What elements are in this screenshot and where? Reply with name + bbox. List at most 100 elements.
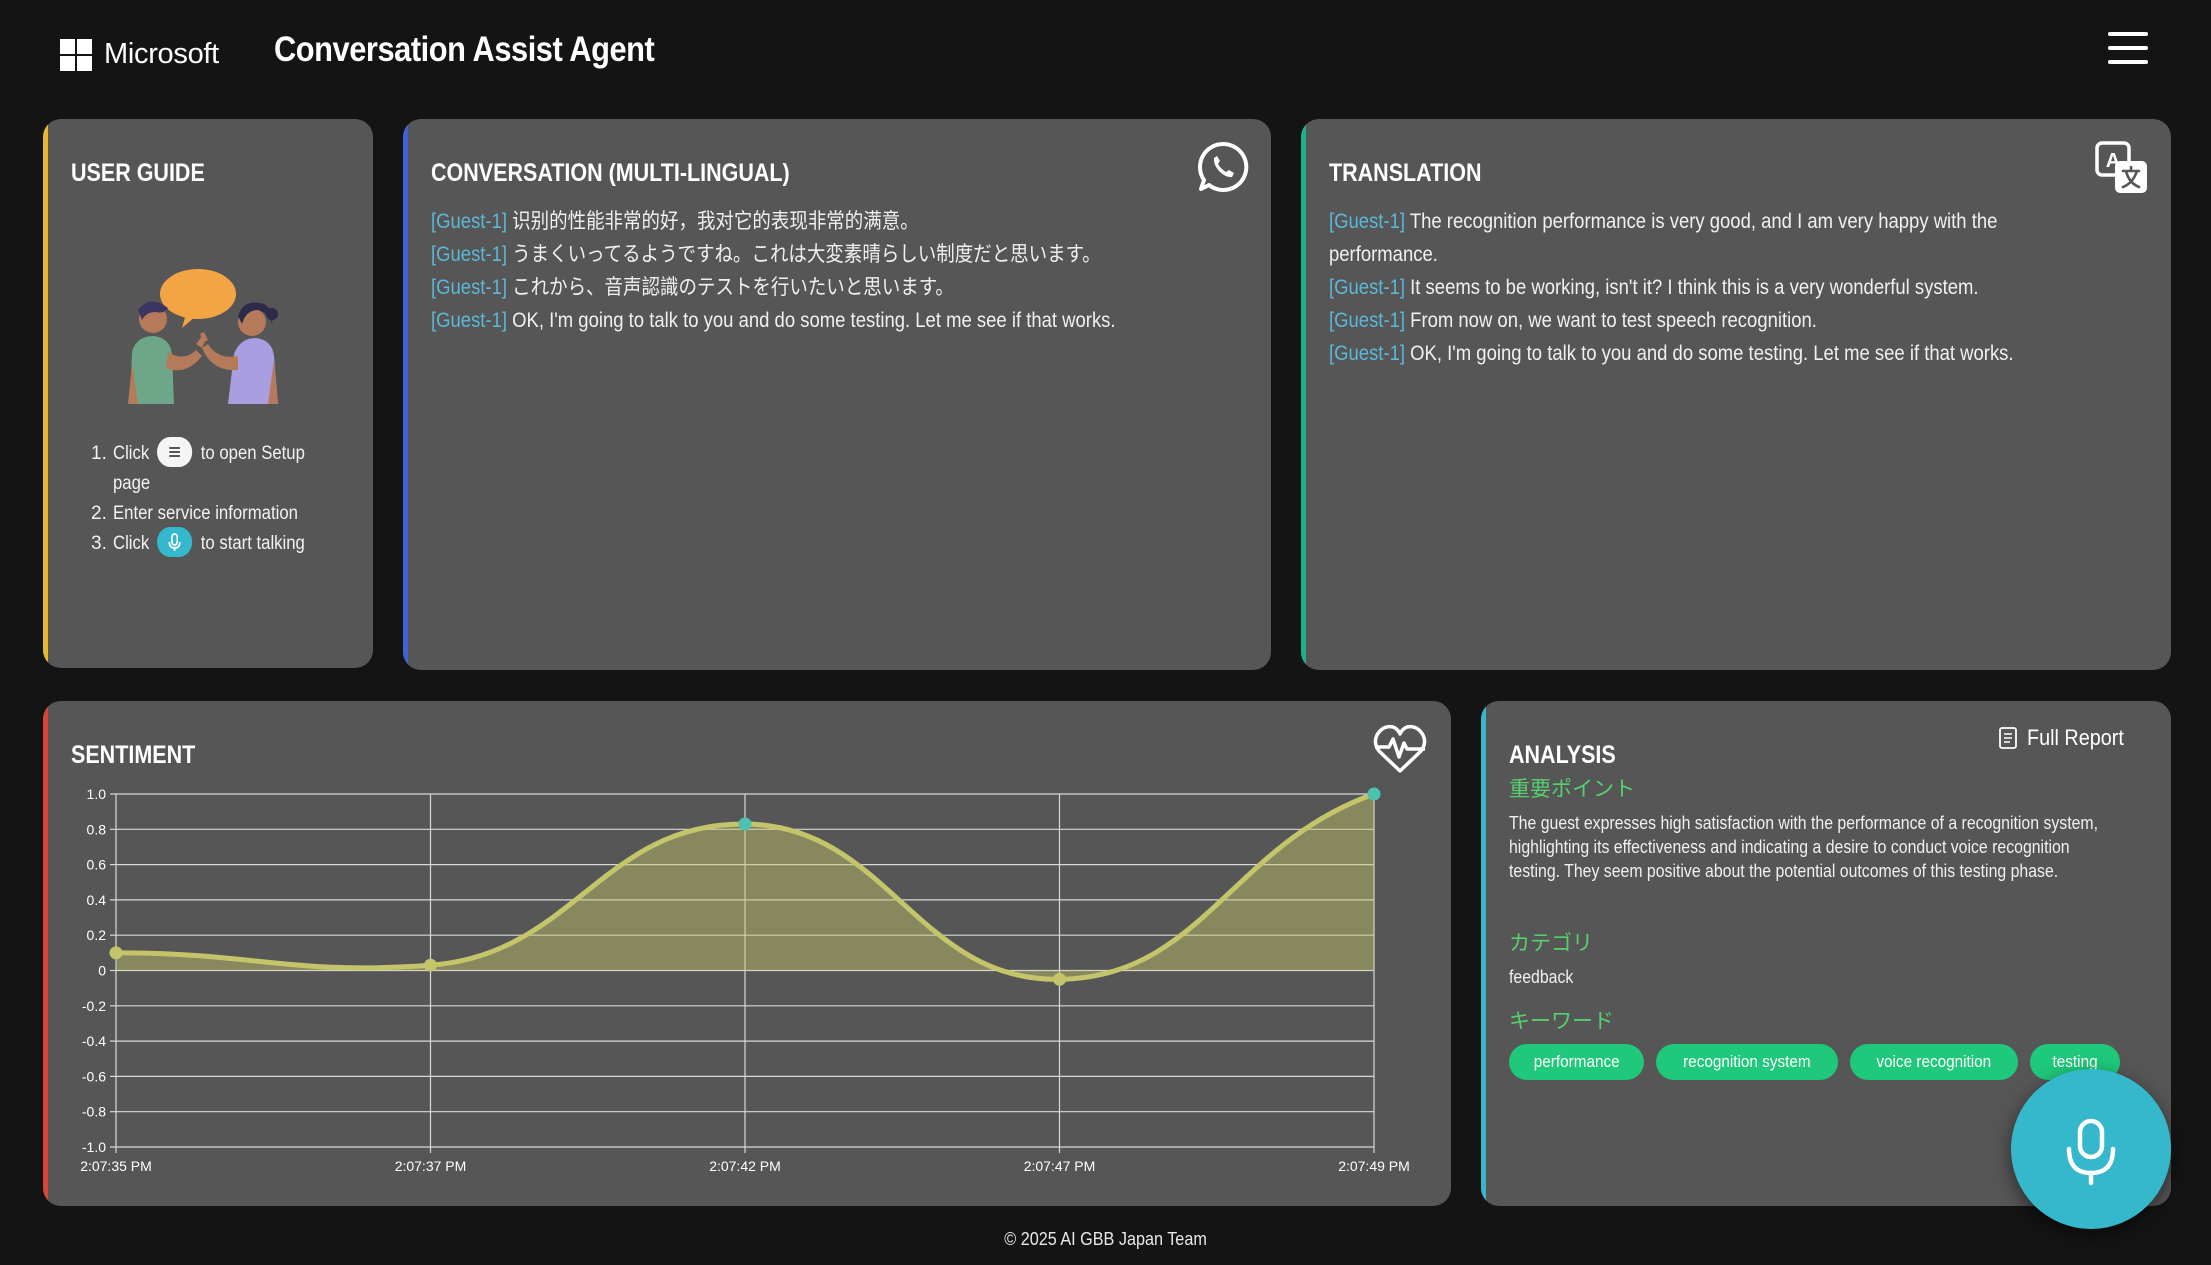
y-tick-label: -0.2 [82, 998, 106, 1014]
keyword-tag[interactable]: performance [1509, 1044, 1645, 1080]
step-number: 3. [91, 533, 107, 555]
translated-text: OK, I'm going to talk to you and do some… [1410, 342, 2014, 365]
microsoft-logo: Microsoft [60, 38, 219, 71]
transcript-line: [Guest-1] OK, I'm going to talk to you a… [431, 304, 1231, 337]
footer: © 2025 AI GBB Japan Team [0, 1229, 2211, 1250]
x-tick-label: 2:07:35 PM [80, 1158, 152, 1174]
transcript-line: [Guest-1] From now on, we want to test s… [1329, 304, 2121, 337]
data-point [109, 946, 123, 960]
speaker-label: [Guest-1] [431, 276, 508, 299]
data-point [1367, 787, 1381, 801]
x-tick-label: 2:07:42 PM [709, 1158, 781, 1174]
step-number: 2. [91, 503, 107, 525]
translation-card: TRANSLATION A [Guest-1] The recognition … [1301, 119, 2171, 670]
transcript-line: [Guest-1] The recognition performance is… [1329, 205, 2086, 271]
transcript-line: [Guest-1] 识别的性能非常的好，我对它的表现非常的满意。 [431, 205, 1231, 238]
speaker-label: [Guest-1] [1329, 309, 1406, 332]
guide-step: 1. Click to open Setup page [91, 437, 353, 499]
speaker-label: [Guest-1] [431, 243, 508, 266]
keyword-label: voice recognition [1876, 1052, 1992, 1071]
utterance-text: これから、音声認識のテストを行いたいと思います。 [512, 276, 954, 299]
utterance-text: うまくいってるようですね。これは大変素晴らしい制度だと思います。 [512, 243, 1101, 266]
step-text: Enter service information [113, 503, 298, 525]
translation-title: TRANSLATION [1329, 159, 1482, 187]
transcript-line: [Guest-1] これから、音声認識のテストを行いたいと思います。 [431, 271, 1231, 304]
step-number: 1. [91, 443, 107, 464]
y-tick-label: -0.8 [82, 1104, 106, 1120]
y-tick-label: 0.4 [87, 892, 107, 908]
data-point [424, 958, 437, 972]
y-tick-label: 0 [98, 963, 106, 979]
transcript-line: [Guest-1] It seems to be working, isn't … [1329, 271, 2121, 304]
app-title: Conversation Assist Agent [274, 30, 655, 69]
translation-transcript: [Guest-1] The recognition performance is… [1329, 205, 2089, 370]
transcript-line: [Guest-1] うまくいってるようですね。これは大変素晴らしい制度だと思いま… [431, 238, 1231, 271]
step-text: Click [113, 533, 150, 555]
y-tick-label: 1.0 [87, 786, 107, 802]
y-tick-label: 0.2 [87, 927, 107, 943]
speaker-label: [Guest-1] [1329, 342, 1406, 365]
step-text: to start talking [200, 533, 305, 555]
full-report-label: Full Report [2027, 725, 2125, 750]
translated-text: It seems to be working, isn't it? I thin… [1410, 276, 1979, 299]
card-accent-bar [403, 119, 408, 670]
data-point [1053, 972, 1066, 986]
utterance-text: 识别的性能非常的好，我对它的表现非常的满意。 [512, 210, 919, 233]
card-accent-bar [1301, 119, 1306, 670]
data-point [738, 817, 752, 831]
sentiment-card: SENTIMENT 1.0 0.8 0.6 0.4 0.2 0 -0.2 -0.4 -0.6 -0… [43, 701, 1451, 1206]
user-guide-title: USER GUIDE [71, 159, 205, 187]
microphone-button[interactable] [2011, 1069, 2171, 1229]
speaker-label: [Guest-1] [1329, 276, 1406, 299]
y-tick-label: -1.0 [82, 1139, 106, 1155]
report-icon [1999, 727, 2018, 749]
speaker-label: [Guest-1] [1329, 210, 1406, 233]
hamburger-menu-icon[interactable] [2108, 32, 2148, 68]
whatsapp-icon [1198, 141, 1249, 192]
sentiment-chart: 1.0 0.8 0.6 0.4 0.2 0 -0.2 -0.4 -0.6 -0.8 -1.0 2:07… [80, 786, 1410, 1174]
category-value: feedback [1509, 967, 1574, 987]
keyword-tag[interactable]: recognition system [1656, 1044, 1839, 1080]
summary-text: The guest expresses high satisfaction wi… [1509, 813, 2099, 881]
brand-name: Microsoft [104, 38, 219, 70]
conversation-card: CONVERSATION (MULTI-LINGUAL) [Guest-1] 识… [403, 119, 1271, 670]
analysis-title: ANALYSIS [1509, 741, 1616, 769]
y-tick-label: 0.6 [87, 857, 107, 873]
speaker-label: [Guest-1] [431, 210, 508, 233]
x-tick-label: 2:07:37 PM [395, 1158, 467, 1174]
card-accent-bar [1481, 701, 1486, 1206]
mic-icon [157, 527, 193, 558]
user-guide-card: USER GUIDE 1. Click to open Setup page 2… [43, 119, 373, 668]
conversation-transcript: [Guest-1] 识别的性能非常的好，我对它的表现非常的满意。 [Guest-… [431, 205, 1231, 337]
translated-text: The recognition performance is very good… [1329, 210, 1998, 266]
conversation-title: CONVERSATION (MULTI-LINGUAL) [431, 159, 790, 187]
keywords-heading: キーワード [1509, 1010, 1614, 1033]
guide-steps: 1. Click to open Setup page 2. Enter ser… [91, 437, 353, 559]
keyword-tag[interactable]: voice recognition [1850, 1044, 2018, 1080]
translated-text: From now on, we want to test speech reco… [1410, 309, 1817, 332]
card-accent-bar [43, 119, 48, 668]
y-tick-label: -0.6 [82, 1068, 106, 1084]
keyword-label: performance [1533, 1052, 1620, 1071]
summary-heading: 重要ポイント [1509, 778, 1635, 801]
full-report-button[interactable]: Full Report [1997, 725, 2135, 751]
menu-icon [157, 437, 193, 467]
x-tick-label: 2:07:47 PM [1024, 1158, 1096, 1174]
keyword-label: recognition system [1683, 1052, 1812, 1071]
app-header: Microsoft Conversation Assist Agent [0, 0, 2211, 110]
conversation-illustration [128, 269, 278, 404]
windows-logo-icon [60, 38, 92, 71]
transcript-line: [Guest-1] OK, I'm going to talk to you a… [1329, 337, 2121, 370]
x-tick-label: 2:07:49 PM [1338, 1158, 1410, 1174]
step-text: Click [113, 443, 150, 465]
category-heading: カテゴリ [1509, 932, 1593, 955]
speaker-label: [Guest-1] [431, 309, 508, 332]
y-tick-label: 0.8 [87, 821, 107, 837]
guide-step: 2. Enter service information [91, 499, 353, 529]
utterance-text: OK, I'm going to talk to you and do some… [512, 309, 1116, 332]
microphone-icon [2066, 1118, 2116, 1186]
guide-step: 3. Click to start talking [91, 527, 353, 559]
translate-icon: A [2095, 141, 2147, 193]
copyright-text: © 2025 AI GBB Japan Team [1004, 1229, 1207, 1249]
y-tick-label: -0.4 [82, 1033, 106, 1049]
